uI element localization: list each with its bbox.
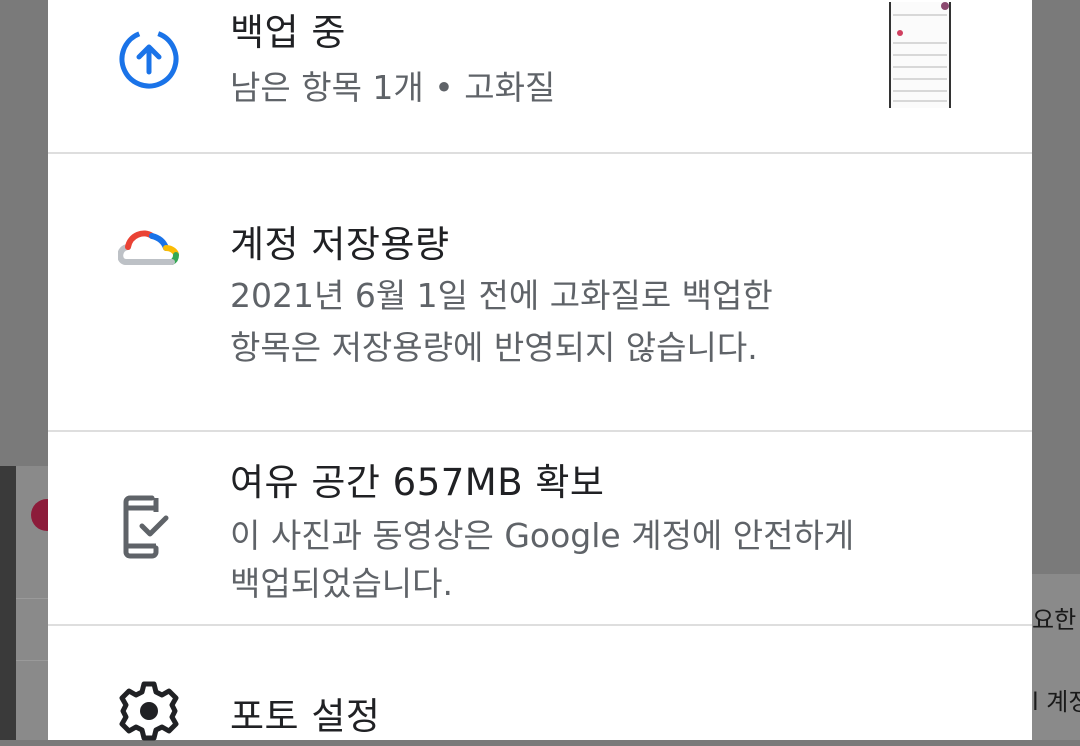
photos-settings-row[interactable]: 포토 설정 [48, 626, 1032, 741]
backup-title: 백업 중 [230, 11, 346, 54]
account-storage-description-line-2: 항목은 저장용량에 반영되지 않습니다. [230, 328, 758, 367]
backup-item-thumbnail [889, 2, 951, 108]
background-app-edge [0, 466, 16, 740]
photos-settings-title: 포토 설정 [230, 695, 381, 738]
free-up-space-row[interactable]: 여유 공간 657MB 확보 이 사진과 동영상은 Google 계정에 안전하… [48, 432, 1032, 624]
gear-icon [118, 680, 180, 746]
free-up-space-description-line-1: 이 사진과 동영상은 Google 계정에 안전하게 [230, 516, 855, 555]
backup-subtitle: 남은 항목 1개 • 고화질 [230, 68, 556, 107]
free-up-space-description-line-2: 백업되었습니다. [230, 564, 454, 603]
backup-upload-icon [118, 28, 180, 94]
account-storage-row[interactable]: 계정 저장용량 2021년 6월 1일 전에 고화질로 백업한 항목은 저장용량… [48, 154, 1032, 430]
background-divider [16, 598, 48, 599]
phone-check-icon [122, 492, 182, 566]
account-storage-description-line-1: 2021년 6월 1일 전에 고화질로 백업한 [230, 276, 773, 315]
background-text: 요한 [1032, 606, 1077, 634]
backup-status-row[interactable]: 백업 중 남은 항목 1개 • 고화질 [48, 0, 1032, 152]
backup-status-sheet: 백업 중 남은 항목 1개 • 고화질 계정 저장용량 2021년 6월 1일 … [48, 0, 1032, 741]
background-text: l 계정 [1032, 688, 1080, 716]
background-divider [16, 660, 48, 661]
account-storage-title: 계정 저장용량 [230, 223, 450, 266]
google-cloud-icon [117, 228, 182, 272]
free-up-space-title: 여유 공간 657MB 확보 [230, 461, 605, 504]
